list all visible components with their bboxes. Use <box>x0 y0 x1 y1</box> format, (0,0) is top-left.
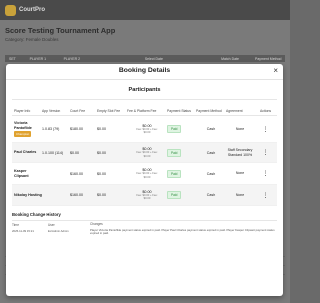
status-badge: Paid <box>167 148 182 157</box>
app-version-cell: 1.0.100 (114) <box>42 150 64 155</box>
app-version-cell: 1.0.83 (79) <box>42 127 60 131</box>
court-fee-cell: $160.00 <box>70 171 83 176</box>
col-app-version: App Version <box>42 108 61 113</box>
header-cell: Select Date <box>144 56 163 61</box>
divider <box>12 99 277 100</box>
header-cell: PLAYER 2 <box>63 56 81 61</box>
status-badge: Paid <box>167 191 182 199</box>
payment-method-cell: Cash <box>206 150 216 155</box>
empty-slot-fee-cell: $0.00 <box>97 171 106 176</box>
player-name[interactable]: Kasper Clipsant <box>14 169 42 178</box>
player-name[interactable]: Nikolay Hosting <box>14 193 42 198</box>
player-info-cell: Paul Charles <box>12 150 42 155</box>
player-info-cell: Nikolay Hosting <box>12 193 42 198</box>
history-table: Time User Changes 2025-11-09 15:21 Ed Ad… <box>12 221 277 237</box>
app-logo[interactable]: CourtPro <box>5 4 45 16</box>
category-line: Category: Female Doubles <box>5 37 59 42</box>
history-row: 2025-11-09 15:21 Ed Admin Admin Player V… <box>12 228 277 237</box>
participants-table-header: Player Info App Version Court Fee Empty … <box>12 106 277 116</box>
status-badge: Paid <box>167 169 182 178</box>
col-changes: Changes <box>90 222 103 227</box>
actions-cell: ⋮ <box>254 192 277 199</box>
fee-breakdown-2: $0.00 <box>143 175 151 179</box>
app-header: CourtPro <box>0 0 290 20</box>
more-options-icon[interactable]: ⋮ <box>263 127 269 133</box>
empty-slot-fee-cell: $0.00 <box>97 127 106 131</box>
history-user: Ed Admin Admin <box>48 229 69 233</box>
payment-status-cell: Paid <box>167 148 196 157</box>
close-icon[interactable]: × <box>273 66 278 76</box>
payment-method-cell: Cash <box>206 127 216 131</box>
history-title: Booking Change History <box>12 212 61 217</box>
more-options-icon[interactable]: ⋮ <box>263 193 269 199</box>
header-cell: SET <box>9 56 16 61</box>
category-label: Category: <box>5 37 25 42</box>
participant-row: Nikolay Hosting $160.00 $0.00 $0.00 Fee:… <box>12 185 277 206</box>
agreement-cell: None <box>235 126 245 131</box>
court-fee-cell: $0.00 <box>70 150 79 155</box>
fee-cell: $0.00 Fee: $0.00 + Fee: $0.00 <box>127 147 167 158</box>
more-options-icon[interactable]: ⋮ <box>263 150 269 156</box>
header-cell: PLAYER 1 <box>29 56 47 61</box>
player-info-cell: Victoria Pantoflide Champion <box>12 121 42 138</box>
participants-title: Participants <box>128 87 161 93</box>
col-payment-status: Payment Status <box>167 108 191 113</box>
payment-status-cell: Paid <box>167 125 196 133</box>
participants-table: Player Info App Version Court Fee Empty … <box>12 106 277 206</box>
agreement-cell: None <box>235 192 245 197</box>
player-name[interactable]: Paul Charles <box>14 150 42 155</box>
empty-slot-fee-cell: $0.00 <box>97 150 106 155</box>
payment-method-cell: Cash <box>206 171 216 176</box>
col-user: User <box>48 223 55 227</box>
agreement-cell: Staff Secondary Standard 100% <box>227 148 253 157</box>
history-changes: Player Victoria Pantoflide payment statu… <box>90 228 275 236</box>
matches-table-header: SET PLAYER 1 PLAYER 2 Select Date Match … <box>5 55 285 62</box>
agreement-cell: None <box>235 171 245 176</box>
court-fee-cell: $180.00 <box>70 127 83 131</box>
page-title: Score Testing Tournament App <box>5 26 116 35</box>
matches-table: SET PLAYER 1 PLAYER 2 Select Date Match … <box>5 55 285 62</box>
actions-cell: ⋮ <box>254 149 277 156</box>
col-payment-method: Payment Method <box>196 108 222 113</box>
fee-cell: $0.00 Fee: $0.00 + Fee: $0.00 <box>127 168 167 179</box>
fee-breakdown-2: $0.00 <box>143 197 151 200</box>
col-court-fee: Court Fee <box>70 108 86 113</box>
col-player-info: Player Info <box>14 108 31 113</box>
payment-method-cell: Cash <box>206 193 216 197</box>
col-actions: Actions <box>259 108 272 113</box>
participant-row: Paul Charles 1.0.100 (114) $0.00 $0.00 $… <box>12 143 277 163</box>
fee-cell: $0.00 Fee: $0.00 + Fee: $0.00 <box>127 190 167 201</box>
category-value: Female Doubles <box>25 37 59 42</box>
header-cell: Payment Method <box>255 56 282 61</box>
court-fee-cell: $160.00 <box>70 193 83 197</box>
history-time: 2025-11-09 15:21 <box>12 229 34 233</box>
col-empty-slot-fee: Empty Slot Fee <box>97 108 121 113</box>
modal-header: Booking Details × <box>6 64 283 80</box>
col-agreement: Agreement <box>226 108 243 113</box>
actions-cell: ⋮ <box>254 126 277 133</box>
col-platform-fee: Fee & Platform Fee <box>127 108 157 113</box>
player-info-cell: Kasper Clipsant <box>12 169 42 178</box>
status-badge: Paid <box>167 125 182 133</box>
payment-status-cell: Paid <box>167 169 196 178</box>
actions-cell: ⋮ <box>254 170 277 177</box>
champion-badge: Champion <box>14 131 32 138</box>
logo-text: CourtPro <box>19 7 45 13</box>
logo-mark-icon <box>5 4 16 16</box>
booking-details-modal: Booking Details × Participants Player In… <box>6 64 283 296</box>
participant-row: Victoria Pantoflide Champion 1.0.83 (79)… <box>12 116 277 143</box>
fee-breakdown-2: $0.00 <box>143 154 151 158</box>
payment-status-cell: Paid <box>167 191 196 199</box>
player-name[interactable]: Victoria Pantoflide <box>14 121 42 130</box>
participant-row: Kasper Clipsant $160.00 $0.00 $0.00 Fee:… <box>12 163 277 185</box>
more-options-icon[interactable]: ⋮ <box>263 171 269 177</box>
fee-breakdown-2: $0.00 <box>143 131 151 134</box>
modal-title: Booking Details <box>118 67 171 74</box>
empty-slot-fee-cell: $0.00 <box>97 193 106 197</box>
fee-cell: $0.00 Fee: $0.00 + Fee: $0.00 <box>127 124 167 135</box>
header-cell: Match Date <box>221 56 239 61</box>
col-time: Time <box>12 223 19 227</box>
